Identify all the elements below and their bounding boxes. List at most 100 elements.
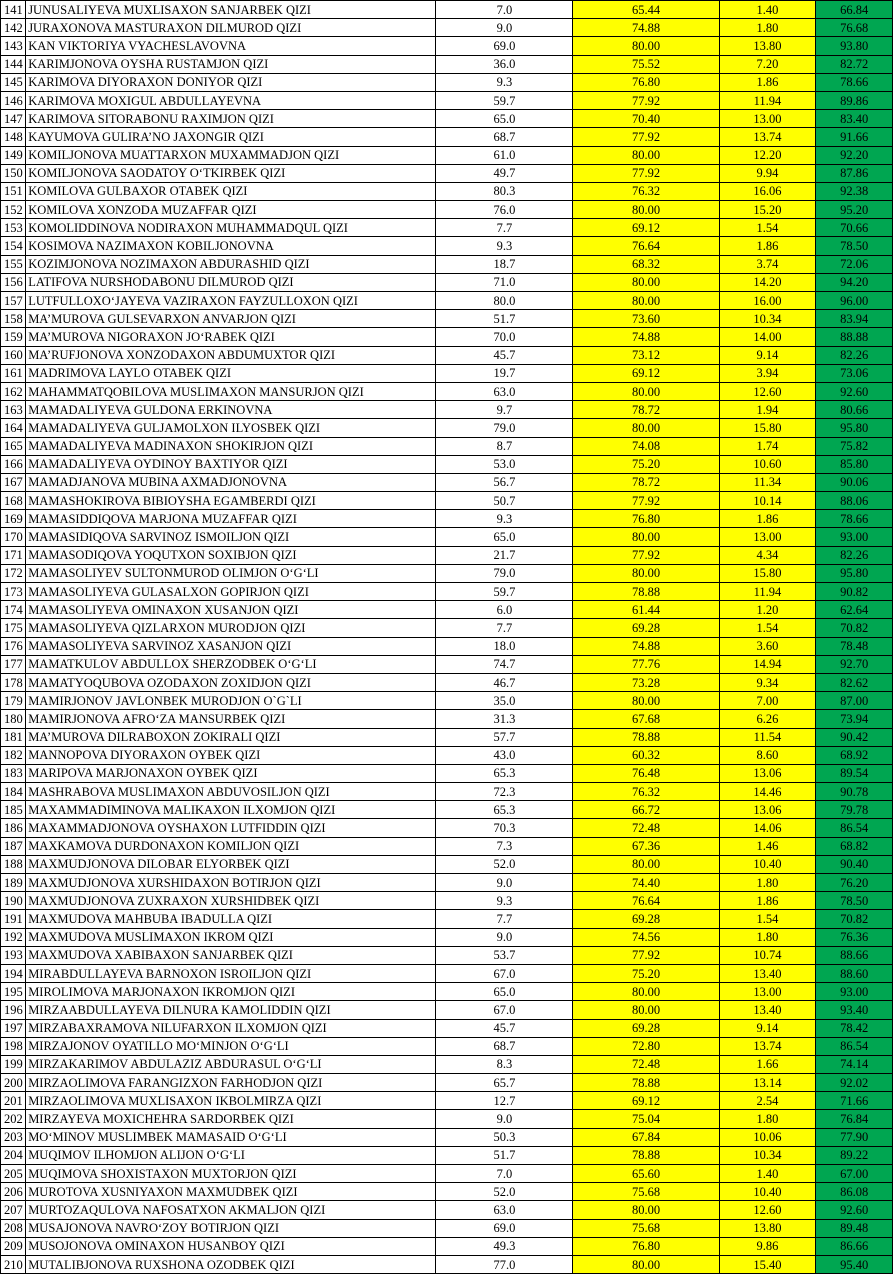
table-row: 189 MAXMUDJONOVA XURSHIDAXON BOTIRJON QIZ… xyxy=(0,872,893,893)
score-column-2-cell: 69.28 xyxy=(572,618,720,638)
table-row: 204 MUQIMOV ILHOMJON ALIJON O‘G‘LI 51.7 78.… xyxy=(0,1145,893,1166)
full-name-cell: MAXAMMADJONOVA OYSHAXON LUTFIDDIN QIZI xyxy=(25,818,437,838)
total-score-cell: 90.78 xyxy=(815,782,893,802)
total-score-cell: 79.78 xyxy=(815,800,893,820)
full-name-cell: MUTALIBJONOVA RUXSHONA OZODBEK QIZI xyxy=(25,1254,437,1275)
score-column-2-cell: 69.12 xyxy=(572,218,720,238)
total-score-cell: 76.84 xyxy=(815,1109,893,1129)
table-row: 196 MIRZAABDULLAYEVA DILNURA KAMOLIDDIN Q… xyxy=(0,1000,893,1020)
score-column-1-cell: 51.7 xyxy=(435,309,574,329)
row-number-cell: 174 xyxy=(0,600,27,620)
row-number-cell: 178 xyxy=(0,672,27,693)
score-column-1-cell: 65.3 xyxy=(435,800,574,820)
table-row: 195 MIROLIMOVA MARJONAXON IKROMJON QIZI 65… xyxy=(0,982,893,1002)
table-row: 147 KARIMOVA SITORABONU RAXIMJON QIZI 65.0… xyxy=(0,109,893,129)
score-column-1-cell: 9.0 xyxy=(435,927,574,947)
score-column-1-cell: 61.0 xyxy=(435,145,574,165)
total-score-cell: 78.66 xyxy=(815,72,893,92)
table-row: 209 MUSOJONOVA OMINAXON HUSANBOY QIZI 49.3… xyxy=(0,1236,893,1256)
full-name-cell: MAMADJANOVA MUBINA AXMADJONOVNA xyxy=(25,472,437,493)
table-row: 150 KOMILJONOVA SAODATOY O‘TKIRBEK QIZI 49… xyxy=(0,163,893,183)
score-column-2-cell: 80.00 xyxy=(572,272,720,293)
score-column-3-cell: 10.74 xyxy=(718,945,817,965)
score-column-2-cell: 80.00 xyxy=(572,36,720,56)
total-score-cell: 78.48 xyxy=(815,636,893,656)
full-name-cell: MAMASOLIYEVA QIZLARXON MURODJON QIZI xyxy=(25,618,437,638)
score-column-3-cell: 13.74 xyxy=(718,127,817,147)
total-score-cell: 86.54 xyxy=(815,818,893,838)
table-row: 166 MAMADALIYEVA OYDINOY BAXTIYOR QIZI 53.… xyxy=(0,454,893,474)
full-name-cell: MAMATKULOV ABDULLOX SHERZODBEK O‘G‘LI xyxy=(25,654,437,674)
total-score-cell: 92.60 xyxy=(815,381,893,402)
score-column-2-cell: 65.44 xyxy=(572,0,720,20)
table-row: 177 MAMATKULOV ABDULLOX SHERZODBEK O‘G‘LI… xyxy=(0,654,893,674)
row-number-cell: 203 xyxy=(0,1127,27,1147)
score-column-2-cell: 80.00 xyxy=(572,145,720,165)
table-row: 178 MAMATYOQUBOVA OZODAXON ZOXIDJON QIZI 4… xyxy=(0,672,893,693)
total-score-cell: 78.50 xyxy=(815,236,893,256)
full-name-cell: MAMIRJONOV JAVLONBEK MURODJON O`G`LI xyxy=(25,691,437,711)
score-column-2-cell: 73.12 xyxy=(572,345,720,365)
score-column-2-cell: 76.64 xyxy=(572,891,720,911)
score-column-1-cell: 50.7 xyxy=(435,491,574,511)
score-column-2-cell: 76.80 xyxy=(572,509,720,529)
full-name-cell: MANNOPOVA DIYORAXON OYBEK QIZI xyxy=(25,745,437,765)
table-row: 173 MAMASOLIYEVA GULASALXON GOPIRJON QIZI… xyxy=(0,581,893,602)
row-number-cell: 152 xyxy=(0,200,27,220)
full-name-cell: MAMASOLIYEVA SARVINOZ XASANJON QIZI xyxy=(25,636,437,656)
score-column-3-cell: 11.34 xyxy=(718,472,817,493)
score-column-3-cell: 15.80 xyxy=(718,563,817,584)
table-row: 152 KOMILOVA XONZODA MUZAFFAR QIZI 76.0 80.… xyxy=(0,200,893,220)
score-column-2-cell: 75.68 xyxy=(572,1218,720,1238)
row-number-cell: 207 xyxy=(0,1200,27,1220)
full-name-cell: JUNUSALIYEVA MUXLISAXON SANJARBEK QIZI xyxy=(25,0,437,20)
score-column-3-cell: 10.34 xyxy=(718,309,817,329)
total-score-cell: 87.86 xyxy=(815,163,893,183)
row-number-cell: 172 xyxy=(0,563,27,584)
score-column-1-cell: 80.0 xyxy=(435,290,574,311)
table-row: 207 MURTOZAQULOVA NAFOSATXON AKMALJON QIZ… xyxy=(0,1200,893,1220)
score-column-3-cell: 9.86 xyxy=(718,1236,817,1256)
score-column-2-cell: 80.00 xyxy=(572,691,720,711)
score-column-3-cell: 10.40 xyxy=(718,854,817,875)
score-column-3-cell: 8.60 xyxy=(718,745,817,765)
total-score-cell: 62.64 xyxy=(815,600,893,620)
table-row: 169 MAMASIDDIQOVA MARJONA MUZAFFAR QIZI 9.… xyxy=(0,509,893,529)
total-score-cell: 76.36 xyxy=(815,927,893,947)
score-column-2-cell: 60.32 xyxy=(572,745,720,765)
score-column-1-cell: 53.7 xyxy=(435,945,574,965)
row-number-cell: 176 xyxy=(0,636,27,656)
row-number-cell: 197 xyxy=(0,1018,27,1038)
score-column-1-cell: 79.0 xyxy=(435,418,574,438)
table-row: 141 JUNUSALIYEVA MUXLISAXON SANJARBEK QIZ… xyxy=(0,0,893,20)
full-name-cell: MIRZAKARIMOV ABDULAZIZ ABDURASUL O‘G‘LI xyxy=(25,1054,437,1075)
table-row: 167 MAMADJANOVA MUBINA AXMADJONOVNA 56.7 78… xyxy=(0,472,893,493)
score-column-2-cell: 67.36 xyxy=(572,836,720,856)
full-name-cell: LATIFOVA NURSHODABONU DILMUROD QIZI xyxy=(25,272,437,293)
table-row: 175 MAMASOLIYEVA QIZLARXON MURODJON QIZI 7… xyxy=(0,618,893,638)
table-row: 154 KOSIMOVA NAZIMAXON KOBILJONOVNA 9.3 76.… xyxy=(0,236,893,256)
row-number-cell: 177 xyxy=(0,654,27,674)
total-score-cell: 74.14 xyxy=(815,1054,893,1075)
score-column-1-cell: 51.7 xyxy=(435,1145,574,1166)
full-name-cell: MAMADALIYEVA GULJAMOLXON ILYOSBEK QIZI xyxy=(25,418,437,438)
row-number-cell: 169 xyxy=(0,509,27,529)
score-column-2-cell: 75.68 xyxy=(572,1182,720,1202)
score-column-2-cell: 69.28 xyxy=(572,909,720,929)
full-name-cell: MA’RUFJONOVA XONZODAXON ABDUMUXTOR QIZI xyxy=(25,345,437,365)
total-score-cell: 89.86 xyxy=(815,90,893,111)
row-number-cell: 151 xyxy=(0,181,27,202)
total-score-cell: 70.82 xyxy=(815,618,893,638)
row-number-cell: 167 xyxy=(0,472,27,493)
score-column-1-cell: 68.7 xyxy=(435,1036,574,1056)
score-column-1-cell: 36.0 xyxy=(435,54,574,74)
results-table: 141 JUNUSALIYEVA MUXLISAXON SANJARBEK QIZ… xyxy=(0,0,893,1275)
score-column-1-cell: 45.7 xyxy=(435,345,574,365)
score-column-3-cell: 9.14 xyxy=(718,345,817,365)
row-number-cell: 204 xyxy=(0,1145,27,1166)
score-column-2-cell: 78.88 xyxy=(572,1073,720,1093)
total-score-cell: 88.60 xyxy=(815,963,893,984)
score-column-2-cell: 76.64 xyxy=(572,236,720,256)
score-column-2-cell: 76.32 xyxy=(572,181,720,202)
total-score-cell: 70.66 xyxy=(815,218,893,238)
